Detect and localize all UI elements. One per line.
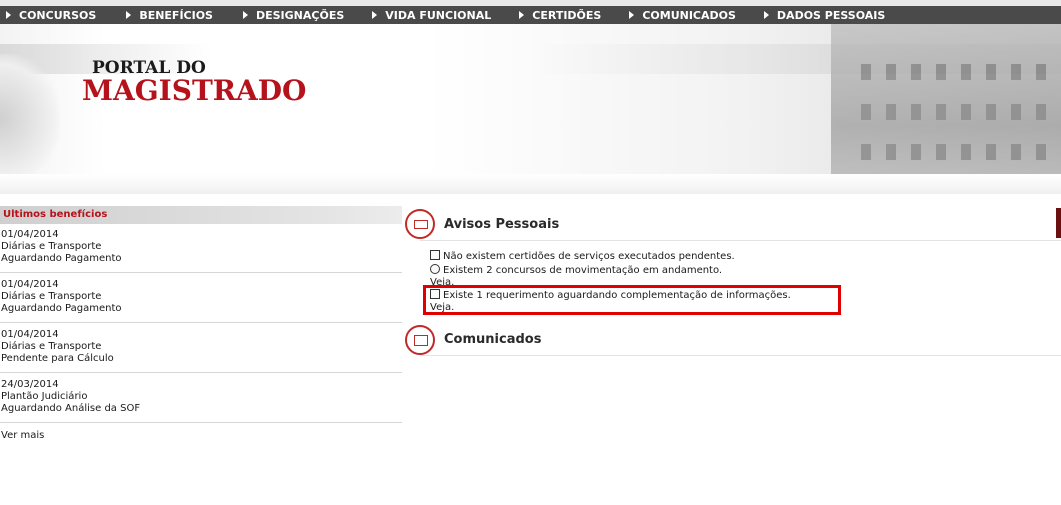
banner-bottom-fade: [0, 174, 1061, 194]
benefit-type: Diárias e Transporte: [1, 241, 102, 252]
nav-label: DESIGNAÇÕES: [255, 8, 345, 22]
side-tab[interactable]: [1056, 208, 1061, 238]
benefit-date: 01/04/2014: [1, 329, 59, 340]
nav-vida-funcional[interactable]: VIDA FUNCIONAL: [372, 6, 491, 24]
divider: [420, 355, 1061, 356]
arrow-right-icon: [519, 11, 525, 19]
people-icon: [430, 264, 440, 274]
benefit-date: 01/04/2014: [1, 229, 59, 240]
avisos-title: Avisos Pessoais: [444, 217, 560, 232]
benefit-date: 24/03/2014: [1, 379, 59, 390]
nav-label: CONCURSOS: [19, 8, 97, 22]
benefits-panel: Ultimos benefícios 01/04/2014 Diárias e …: [0, 206, 402, 448]
comunicados-title: Comunicados: [444, 332, 542, 347]
certificate-icon: [430, 250, 440, 260]
notice-text: Existem 2 concursos de movimentação em a…: [443, 265, 723, 276]
divider: [420, 240, 1061, 241]
banner-decoration: [0, 54, 60, 184]
benefit-type: Plantão Judiciário: [1, 391, 88, 402]
benefit-entry: 24/03/2014 Plantão Judiciário Aguardando…: [0, 373, 402, 423]
benefit-entry: 01/04/2014 Diárias e Transporte Aguardan…: [0, 224, 402, 273]
folder-icon: [405, 325, 435, 355]
arrow-right-icon: [126, 11, 132, 19]
nav-label: DADOS PESSOAIS: [776, 8, 886, 22]
ver-mais-link[interactable]: Ver mais: [0, 423, 402, 448]
notice-text: Não existem certidões de serviços execut…: [443, 251, 735, 262]
brand-title: MAGISTRADO: [82, 74, 307, 107]
nav-concursos[interactable]: CONCURSOS: [6, 6, 96, 24]
nav-label: VIDA FUNCIONAL: [385, 8, 492, 22]
nav-certidoes[interactable]: CERTIDÕES: [519, 6, 601, 24]
arrow-right-icon: [242, 11, 248, 19]
nav-designacoes[interactable]: DESIGNAÇÕES: [242, 6, 345, 24]
nav-label: CERTIDÕES: [532, 8, 602, 22]
main-menu: CONCURSOS BENEFÍCIOS DESIGNAÇÕES VIDA FU…: [0, 6, 1061, 24]
nav-dados-pessoais[interactable]: DADOS PESSOAIS: [763, 6, 886, 24]
nav-beneficios[interactable]: BENEFÍCIOS: [126, 6, 213, 24]
benefit-date: 01/04/2014: [1, 279, 59, 290]
benefit-status: Aguardando Análise da SOF: [1, 403, 141, 414]
nav-comunicados[interactable]: COMUNICADOS: [629, 6, 736, 24]
envelope-icon: [405, 209, 435, 239]
benefit-status: Aguardando Pagamento: [1, 253, 122, 264]
arrow-right-icon: [372, 11, 378, 19]
arrow-right-icon: [763, 11, 769, 19]
benefit-entry: 01/04/2014 Diárias e Transporte Aguardan…: [0, 273, 402, 323]
benefit-entry: 01/04/2014 Diárias e Transporte Pendente…: [0, 323, 402, 373]
highlight-box: [423, 285, 841, 315]
courthouse-image: [831, 24, 1061, 194]
benefit-status: Aguardando Pagamento: [1, 303, 122, 314]
arrow-right-icon: [6, 11, 11, 19]
nav-label: COMUNICADOS: [642, 8, 736, 22]
benefit-status: Pendente para Cálculo: [1, 353, 114, 364]
nav-label: BENEFÍCIOS: [139, 8, 213, 22]
benefit-type: Diárias e Transporte: [1, 341, 102, 352]
benefit-type: Diárias e Transporte: [1, 291, 102, 302]
arrow-right-icon: [629, 11, 635, 19]
benefits-header: Ultimos benefícios: [0, 206, 402, 224]
header-banner: [0, 24, 1061, 194]
notice-certidoes: Não existem certidões de serviços execut…: [430, 250, 735, 263]
benefits-title: Ultimos benefícios: [3, 209, 108, 220]
